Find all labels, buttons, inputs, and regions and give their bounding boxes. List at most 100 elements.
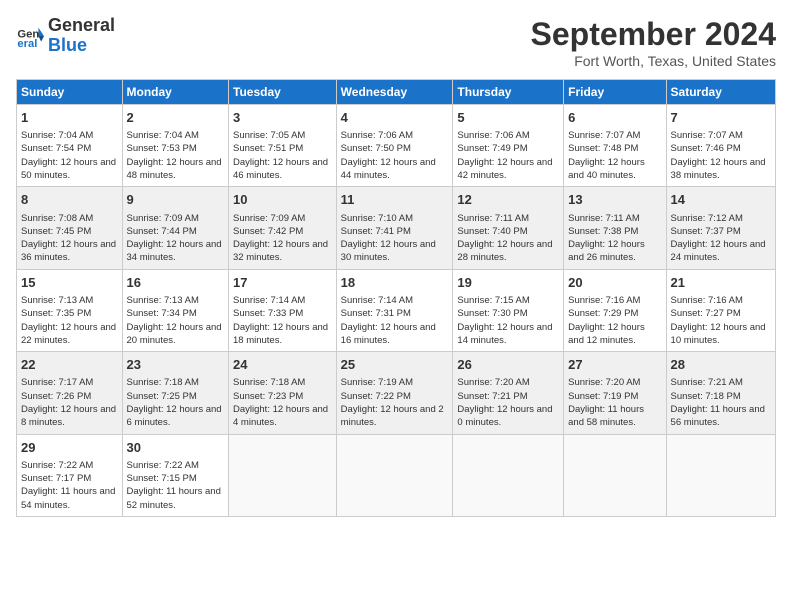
daylight-text: Daylight: 12 hours and 48 minutes. [127, 156, 224, 183]
calendar-cell: 19 Sunrise: 7:15 AMSunset: 7:30 PMDayligh… [453, 269, 564, 351]
day-number: 15 [21, 274, 118, 292]
daylight-text: Daylight: 11 hours and 52 minutes. [127, 485, 224, 512]
day-number: 17 [233, 274, 332, 292]
daylight-text: Daylight: 11 hours and 58 minutes. [568, 403, 661, 430]
sunrise-text: Sunrise: 7:16 AM [568, 294, 661, 307]
calendar-cell: 16Sunrise: 7:13 AMSunset: 7:34 PMDayligh… [122, 269, 228, 351]
day-number: 23 [127, 356, 224, 374]
day-header-sunday: Sunday [17, 80, 123, 105]
daylight-text: Daylight: 12 hours and 20 minutes. [127, 321, 224, 348]
day-number: 11 [341, 191, 449, 209]
calendar-week-5: 29Sunrise: 7:22 AMSunset: 7:17 PMDayligh… [17, 434, 776, 516]
day-number: 27 [568, 356, 661, 374]
daylight-text: Daylight: 12 hours and 50 minutes. [21, 156, 118, 183]
day-number: 26 [457, 356, 559, 374]
calendar-cell: 20 Sunrise: 7:16 AMSunset: 7:29 PMDayligh… [564, 269, 666, 351]
calendar-cell: 24Sunrise: 7:18 AMSunset: 7:23 PMDayligh… [229, 352, 337, 434]
sunrise-text: Sunrise: 7:07 AM [671, 129, 771, 142]
sunset-text: Sunset: 7:19 PM [568, 390, 661, 403]
month-title: September 2024 [531, 16, 776, 53]
calendar-header-row: SundayMondayTuesdayWednesdayThursdayFrid… [17, 80, 776, 105]
day-number: 8 [21, 191, 118, 209]
calendar-cell: 11Sunrise: 7:10 AMSunset: 7:41 PMDayligh… [336, 187, 453, 269]
daylight-text: Daylight: 12 hours and 26 minutes. [568, 238, 661, 265]
calendar-week-1: 1Sunrise: 7:04 AMSunset: 7:54 PMDaylight… [17, 105, 776, 187]
sunrise-text: Sunrise: 7:14 AM [341, 294, 449, 307]
sunset-text: Sunset: 7:37 PM [671, 225, 771, 238]
calendar-week-4: 22Sunrise: 7:17 AMSunset: 7:26 PMDayligh… [17, 352, 776, 434]
day-number: 25 [341, 356, 449, 374]
sunset-text: Sunset: 7:26 PM [21, 390, 118, 403]
svg-text:eral: eral [17, 38, 37, 50]
day-number: 13 [568, 191, 661, 209]
sunrise-text: Sunrise: 7:10 AM [341, 212, 449, 225]
daylight-text: Daylight: 12 hours and 10 minutes. [671, 321, 771, 348]
daylight-text: Daylight: 12 hours and 40 minutes. [568, 156, 661, 183]
sunrise-text: Sunrise: 7:08 AM [21, 212, 118, 225]
logo-text: GeneralBlue [48, 16, 115, 56]
day-number: 10 [233, 191, 332, 209]
daylight-text: Daylight: 12 hours and 14 minutes. [457, 321, 559, 348]
daylight-text: Daylight: 12 hours and 0 minutes. [457, 403, 559, 430]
daylight-text: Daylight: 12 hours and 24 minutes. [671, 238, 771, 265]
calendar-cell: 3Sunrise: 7:05 AMSunset: 7:51 PMDaylight… [229, 105, 337, 187]
calendar-week-2: 8Sunrise: 7:08 AMSunset: 7:45 PMDaylight… [17, 187, 776, 269]
calendar-cell: 27Sunrise: 7:20 AMSunset: 7:19 PMDayligh… [564, 352, 666, 434]
sunset-text: Sunset: 7:34 PM [127, 307, 224, 320]
sunrise-text: Sunrise: 7:22 AM [127, 459, 224, 472]
calendar-cell: 9Sunrise: 7:09 AMSunset: 7:44 PMDaylight… [122, 187, 228, 269]
sunset-text: Sunset: 7:30 PM [457, 307, 559, 320]
sunrise-text: Sunrise: 7:11 AM [568, 212, 661, 225]
calendar-cell [453, 434, 564, 516]
calendar-cell: 28Sunrise: 7:21 AMSunset: 7:18 PMDayligh… [666, 352, 775, 434]
sunrise-text: Sunrise: 7:22 AM [21, 459, 118, 472]
sunset-text: Sunset: 7:23 PM [233, 390, 332, 403]
sunrise-text: Sunrise: 7:14 AM [233, 294, 332, 307]
calendar-cell: 13Sunrise: 7:11 AMSunset: 7:38 PMDayligh… [564, 187, 666, 269]
calendar-cell [564, 434, 666, 516]
day-number: 14 [671, 191, 771, 209]
day-number: 4 [341, 109, 449, 127]
sunset-text: Sunset: 7:17 PM [21, 472, 118, 485]
day-number: 20 [568, 274, 661, 292]
daylight-text: Daylight: 12 hours and 32 minutes. [233, 238, 332, 265]
daylight-text: Daylight: 12 hours and 16 minutes. [341, 321, 449, 348]
calendar-cell: 1Sunrise: 7:04 AMSunset: 7:54 PMDaylight… [17, 105, 123, 187]
daylight-text: Daylight: 12 hours and 22 minutes. [21, 321, 118, 348]
sunrise-text: Sunrise: 7:15 AM [457, 294, 559, 307]
logo-line1: GeneralBlue [48, 16, 115, 56]
daylight-text: Daylight: 11 hours and 56 minutes. [671, 403, 771, 430]
sunset-text: Sunset: 7:18 PM [671, 390, 771, 403]
daylight-text: Daylight: 12 hours and 38 minutes. [671, 156, 771, 183]
day-number: 6 [568, 109, 661, 127]
calendar-cell: 4Sunrise: 7:06 AMSunset: 7:50 PMDaylight… [336, 105, 453, 187]
day-number: 19 [457, 274, 559, 292]
calendar-cell [336, 434, 453, 516]
sunset-text: Sunset: 7:48 PM [568, 142, 661, 155]
day-number: 2 [127, 109, 224, 127]
sunset-text: Sunset: 7:45 PM [21, 225, 118, 238]
day-number: 28 [671, 356, 771, 374]
day-header-saturday: Saturday [666, 80, 775, 105]
sunrise-text: Sunrise: 7:04 AM [21, 129, 118, 142]
calendar-cell: 23Sunrise: 7:18 AMSunset: 7:25 PMDayligh… [122, 352, 228, 434]
sunrise-text: Sunrise: 7:12 AM [671, 212, 771, 225]
sunset-text: Sunset: 7:33 PM [233, 307, 332, 320]
sunset-text: Sunset: 7:21 PM [457, 390, 559, 403]
sunrise-text: Sunrise: 7:07 AM [568, 129, 661, 142]
daylight-text: Daylight: 12 hours and 36 minutes. [21, 238, 118, 265]
daylight-text: Daylight: 12 hours and 12 minutes. [568, 321, 661, 348]
day-header-monday: Monday [122, 80, 228, 105]
day-number: 3 [233, 109, 332, 127]
day-number: 21 [671, 274, 771, 292]
daylight-text: Daylight: 12 hours and 18 minutes. [233, 321, 332, 348]
sunset-text: Sunset: 7:53 PM [127, 142, 224, 155]
sunset-text: Sunset: 7:54 PM [21, 142, 118, 155]
sunset-text: Sunset: 7:25 PM [127, 390, 224, 403]
sunset-text: Sunset: 7:29 PM [568, 307, 661, 320]
day-number: 18 [341, 274, 449, 292]
logo-icon: Gen eral [16, 22, 44, 50]
calendar-cell: 12Sunrise: 7:11 AMSunset: 7:40 PMDayligh… [453, 187, 564, 269]
sunset-text: Sunset: 7:35 PM [21, 307, 118, 320]
sunrise-text: Sunrise: 7:06 AM [457, 129, 559, 142]
